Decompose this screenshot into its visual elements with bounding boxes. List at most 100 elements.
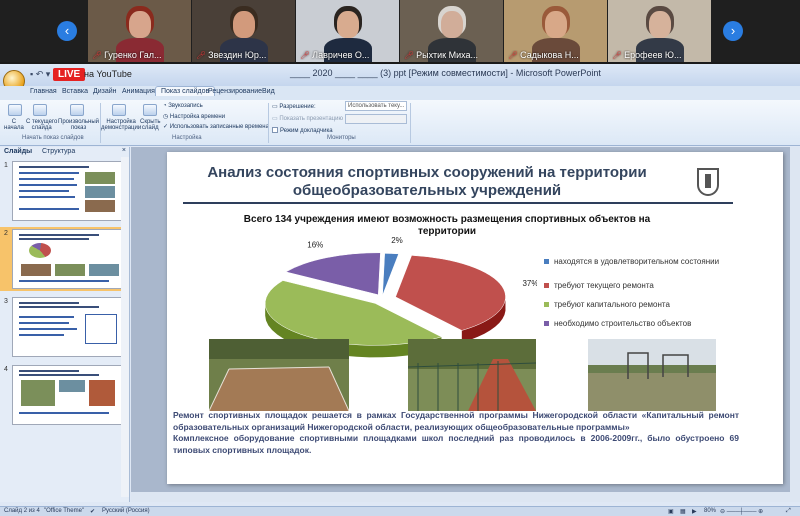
slides-pane: Слайды Структура × 1 2 3 4 [0, 147, 130, 502]
thumb-text-line [19, 178, 74, 180]
start-from-current-icon[interactable] [33, 104, 47, 116]
thumb-photo [89, 264, 119, 276]
participant-tile[interactable]: 🎤︎ Рыхтик Миха... [400, 0, 503, 62]
legend-label: необходимо строительство объектов [554, 319, 692, 328]
tab-insert[interactable]: Вставка [62, 88, 88, 95]
tab-design[interactable]: Дизайн [93, 88, 117, 95]
slide-thumbnail-2[interactable]: 2 [0, 227, 128, 291]
slide-vertical-scrollbar[interactable] [790, 147, 800, 492]
live-badge: LIVE [53, 68, 86, 81]
participant-name: 🎤︎ Лавричев О... [300, 50, 397, 60]
setup-show-button[interactable]: Настройка демонстрации [101, 119, 141, 131]
status-theme: "Office Theme" [44, 508, 85, 514]
participant-face [129, 11, 151, 38]
slide-thumbnail-1[interactable]: 1 [0, 159, 128, 223]
start-from-beginning-button[interactable]: С начала [4, 119, 24, 131]
tab-slideshow[interactable]: Показ слайдов [155, 86, 216, 96]
thumb-photo [89, 380, 115, 406]
close-icon[interactable]: × [122, 147, 126, 154]
show-on-select[interactable] [345, 114, 407, 124]
microphone-muted-icon: 🎤︎ [300, 51, 311, 60]
legend-item: необходимо строительство объектов [544, 319, 724, 329]
legend-swatch [544, 321, 549, 326]
legend-item: требуют капитального ремонта [544, 300, 724, 310]
start-from-beginning-icon[interactable] [8, 104, 22, 116]
next-page-icon[interactable]: › [723, 21, 743, 41]
slide-horizontal-scrollbar[interactable] [131, 492, 800, 502]
participant-name-text: Садыкова Н... [520, 50, 579, 60]
thumb-photo [85, 186, 115, 198]
show-on-text: Показать презентацию на: [279, 116, 353, 122]
custom-show-icon[interactable] [70, 104, 84, 116]
resolution-select[interactable]: Использовать теку... [345, 101, 407, 111]
tab-outline[interactable]: Структура [42, 148, 75, 155]
slide-thumbnail-3[interactable]: 3 [0, 295, 128, 359]
participant-face [649, 11, 671, 38]
clock-icon: ◷ [163, 114, 170, 120]
presenter-view-checkbox[interactable]: Режим докладчика [272, 127, 333, 134]
powerpoint-window: ▪ ↶ ▾ LIVE на YouTube ____ 2020 ____ ___… [0, 64, 800, 516]
view-slideshow-icon[interactable]: ▶ [692, 508, 697, 515]
rehearse-timings-label: Настройка времени [169, 114, 226, 120]
view-sorter-icon[interactable]: ▦ [680, 508, 686, 515]
microphone-muted-icon: 🎤︎ [92, 51, 103, 60]
participant-name: 🎤︎ Звездин Юр... [196, 50, 293, 60]
thumb-text-line [19, 280, 109, 282]
start-from-current-button[interactable]: С текущего слайда [26, 119, 57, 131]
slide-title: Анализ состояния спортивных сооружений н… [207, 164, 647, 199]
hide-slide-button[interactable]: Скрыть слайд [140, 119, 160, 131]
microphone-muted-icon: 🎤︎ [404, 51, 415, 60]
view-normal-icon[interactable]: ▣ [668, 508, 674, 515]
thumb-text-line [19, 328, 77, 330]
status-language[interactable]: Русский (Россия) [102, 508, 150, 514]
group-separator [268, 103, 269, 143]
thumb-table [85, 314, 117, 344]
thumb-text-line [19, 190, 69, 192]
participant-tile[interactable]: 🎤︎ Лавричев О... [296, 0, 399, 62]
tab-slides[interactable]: Слайды [4, 148, 32, 155]
thumb-text-line [19, 172, 79, 174]
participant-name: 🎤︎ Садыкова Н... [508, 50, 605, 60]
participant-tile[interactable]: 🎤︎ Звездин Юр... [192, 0, 295, 62]
previous-page-icon[interactable]: ‹ [57, 21, 77, 41]
custom-show-button[interactable]: Произвольный показ [58, 119, 99, 131]
use-timings-checkbox[interactable]: ✓ Использовать записанные времена [163, 123, 269, 130]
photo-sports-ground-1 [209, 339, 349, 411]
body-paragraph-2: Комплексное оборудование спортивными пло… [173, 433, 739, 455]
setup-show-icon[interactable] [112, 104, 126, 116]
thumb-photo [21, 380, 55, 406]
slide-thumbnail-4[interactable]: 4 [0, 363, 128, 427]
checkmark-icon: ✓ [163, 124, 170, 130]
slide-area: Анализ состояния спортивных сооружений н… [131, 147, 800, 502]
microphone-muted-icon: 🎤︎ [196, 51, 207, 60]
thumb-photo [85, 200, 115, 212]
participant-tile[interactable]: 🎤︎ Гуренко Гал... [88, 0, 191, 62]
group-label-start: Начать показ слайдов [22, 135, 84, 141]
participant-name-text: Лавричев О... [312, 50, 370, 60]
tab-review[interactable]: Рецензирование [208, 88, 262, 95]
zoom-slider[interactable]: ⊖ ───┼─── ⊕ [720, 508, 763, 515]
participant-tile[interactable]: 🎤︎ Ерофеев Ю... [608, 0, 711, 62]
thumb-photo [55, 264, 85, 276]
pane-scrollbar[interactable] [121, 157, 129, 497]
microphone-muted-icon: 🎤︎ [612, 51, 623, 60]
participant-tile[interactable]: 🎤︎ Садыкова Н... [504, 0, 607, 62]
ribbon: С начала С текущего слайда Произвольный … [0, 100, 800, 146]
tab-home[interactable]: Главная [30, 88, 57, 95]
current-slide[interactable]: Анализ состояния спортивных сооружений н… [167, 152, 783, 484]
fit-to-window-icon[interactable]: ⤢ [786, 508, 791, 515]
title-rule [183, 202, 733, 204]
spellcheck-icon[interactable]: ✔ [90, 508, 95, 515]
hide-slide-icon[interactable] [143, 104, 157, 116]
group-separator [100, 103, 101, 143]
rehearse-timings-button[interactable]: ◷ Настройка времени [163, 113, 225, 120]
tab-animation[interactable]: Анимация [122, 88, 155, 95]
record-narration-label: Звукозапись [168, 103, 203, 109]
quick-access-toolbar[interactable]: ▪ ↶ ▾ [30, 69, 50, 80]
thumb-text-line [19, 184, 77, 186]
status-zoom[interactable]: 80% [704, 508, 716, 514]
group-label-monitors: Мониторы [327, 135, 356, 141]
tab-view[interactable]: Вид [262, 88, 275, 95]
record-narration-button[interactable]: ◔ Звукозапись [163, 103, 203, 109]
ribbon-tabs: Главная Вставка Дизайн Анимация Показ сл… [0, 86, 800, 100]
